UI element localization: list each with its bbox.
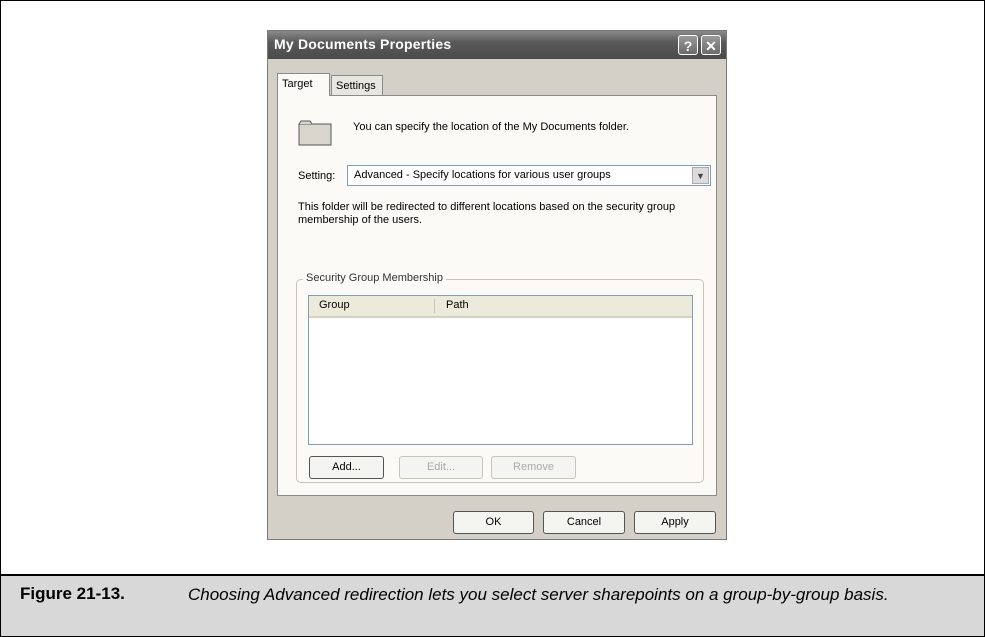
list-header: Group Path bbox=[309, 296, 692, 318]
dialog-title: My Documents Properties bbox=[274, 36, 452, 52]
folder-icon bbox=[298, 120, 332, 146]
setting-select[interactable]: Advanced - Specify locations for various… bbox=[347, 165, 711, 186]
remove-button[interactable]: Remove bbox=[491, 456, 576, 479]
properties-dialog: My Documents Properties ? ✕ Target Setti… bbox=[267, 30, 727, 540]
group-path-list[interactable]: Group Path bbox=[308, 295, 693, 445]
apply-button[interactable]: Apply bbox=[634, 511, 716, 534]
column-divider[interactable] bbox=[434, 299, 435, 313]
redirect-description: This folder will be redirected to differ… bbox=[298, 201, 676, 226]
setting-selected-value: Advanced - Specify locations for various… bbox=[354, 169, 611, 181]
figure-label: Figure 21-13. bbox=[20, 584, 125, 603]
column-group[interactable]: Group bbox=[319, 299, 350, 311]
close-button[interactable]: ✕ bbox=[701, 35, 721, 55]
column-path[interactable]: Path bbox=[446, 299, 469, 311]
tab-settings[interactable]: Settings bbox=[331, 75, 383, 96]
target-panel: You can specify the location of the My D… bbox=[277, 95, 717, 496]
help-button[interactable]: ? bbox=[678, 35, 698, 55]
setting-label: Setting: bbox=[298, 170, 336, 182]
location-hint: You can specify the location of the My D… bbox=[353, 121, 629, 133]
security-group-title: Security Group Membership bbox=[303, 272, 446, 284]
figure-caption: Choosing Advanced redirection lets you s… bbox=[188, 585, 889, 604]
add-button[interactable]: Add... bbox=[309, 456, 384, 479]
chevron-down-icon[interactable]: ▼ bbox=[692, 167, 709, 184]
tab-target[interactable]: Target bbox=[277, 73, 330, 96]
edit-button[interactable]: Edit... bbox=[399, 456, 483, 479]
title-bar[interactable]: My Documents Properties ? ✕ bbox=[268, 31, 726, 59]
cancel-button[interactable]: Cancel bbox=[543, 511, 625, 534]
ok-button[interactable]: OK bbox=[453, 511, 534, 534]
